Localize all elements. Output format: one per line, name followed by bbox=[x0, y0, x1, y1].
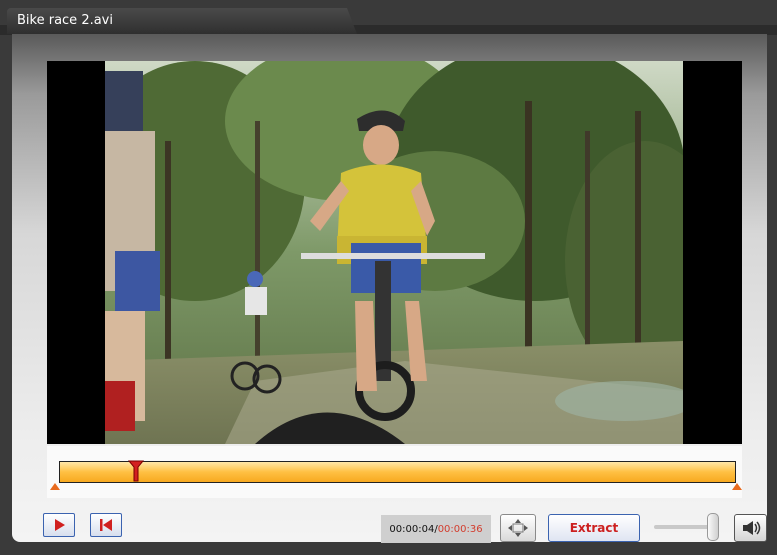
skip-to-start-icon bbox=[100, 519, 112, 531]
speaker-icon bbox=[743, 521, 761, 535]
range-end-marker[interactable] bbox=[732, 483, 742, 490]
title-tab: Bike race 2.avi bbox=[7, 8, 357, 34]
volume-slider-handle[interactable] bbox=[706, 513, 719, 541]
time-display: 00:00:04/00:00:36 bbox=[381, 515, 491, 543]
extract-button[interactable]: Extract bbox=[548, 514, 640, 542]
playhead-marker[interactable] bbox=[127, 459, 145, 483]
fullscreen-icon bbox=[508, 519, 528, 537]
play-button[interactable] bbox=[43, 513, 75, 537]
window-title: Bike race 2.avi bbox=[17, 13, 113, 28]
skip-to-start-button[interactable] bbox=[90, 513, 122, 537]
fullscreen-button[interactable] bbox=[500, 514, 536, 542]
mute-button[interactable] bbox=[734, 514, 767, 542]
current-time: 00:00:04 bbox=[389, 523, 435, 535]
play-icon bbox=[55, 519, 65, 531]
range-start-marker[interactable] bbox=[50, 483, 60, 490]
video-viewport[interactable] bbox=[47, 61, 742, 444]
timeline-bar[interactable] bbox=[59, 461, 736, 483]
total-time: 00:00:36 bbox=[437, 523, 483, 535]
video-frame bbox=[105, 61, 683, 444]
player-window: Bike race 2.avi 00:00:04 / 00:00:36 Extr… bbox=[0, 0, 777, 555]
